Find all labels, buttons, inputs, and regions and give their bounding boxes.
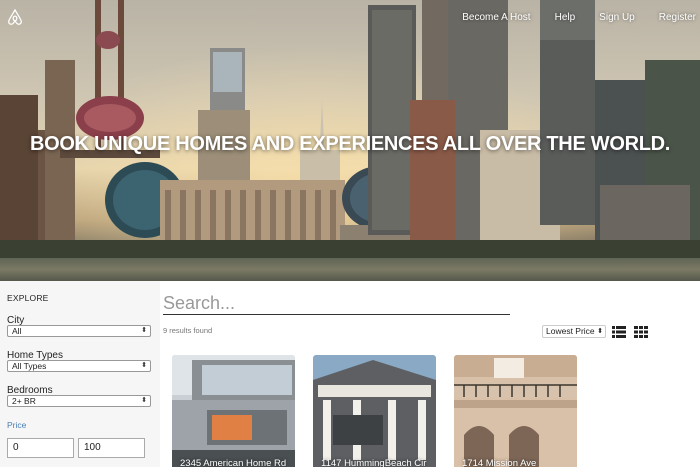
content-area: EXPLORE City All ⬍ Home Types All Types … xyxy=(0,281,700,467)
listing-address: 1147 HummingBeach Cir xyxy=(321,458,427,467)
listing-photo xyxy=(172,355,295,467)
explore-heading: EXPLORE xyxy=(7,293,49,303)
select-arrows-icon: ⬍ xyxy=(141,397,147,404)
listing-address: 2345 American Home Rd xyxy=(180,458,287,467)
hero-banner: Become A Host Help Sign Up Register BOOK… xyxy=(0,0,700,281)
filter-sidebar: EXPLORE City All ⬍ Home Types All Types … xyxy=(0,281,160,467)
sort-select[interactable]: Lowest Price ⬍ xyxy=(542,325,606,338)
city-select-value: All xyxy=(12,326,22,336)
bedrooms-select-value: 2+ BR xyxy=(12,396,36,406)
help-link[interactable]: Help xyxy=(555,12,576,23)
home-types-select-value: All Types xyxy=(12,361,47,371)
register-link[interactable]: Register xyxy=(659,12,696,23)
sign-up-link[interactable]: Sign Up xyxy=(599,12,635,23)
select-arrows-icon: ⬍ xyxy=(597,328,603,335)
hero-title: BOOK UNIQUE HOMES AND EXPERIENCES ALL OV… xyxy=(29,133,671,155)
select-arrows-icon: ⬍ xyxy=(141,362,147,369)
price-max-input[interactable]: 100 xyxy=(78,438,145,458)
listing-card[interactable]: 1714 Mission Ave xyxy=(454,355,577,467)
results-panel: Search... 9 results found Lowest Price ⬍ xyxy=(160,281,700,467)
bedrooms-select[interactable]: 2+ BR ⬍ xyxy=(7,395,151,407)
listing-photo xyxy=(313,355,436,467)
sort-select-value: Lowest Price xyxy=(546,326,595,336)
home-types-select[interactable]: All Types ⬍ xyxy=(7,360,151,372)
river xyxy=(0,258,700,281)
become-a-host-link[interactable]: Become A Host xyxy=(462,12,530,23)
price-min-input[interactable]: 0 xyxy=(7,438,74,458)
search-input[interactable]: Search... xyxy=(163,292,510,315)
select-arrows-icon: ⬍ xyxy=(141,327,147,334)
listing-card[interactable]: 1147 HummingBeach Cir xyxy=(313,355,436,467)
listing-photo xyxy=(454,355,577,467)
airbnb-logo-icon[interactable] xyxy=(6,8,24,26)
listing-card[interactable]: 2345 American Home Rd xyxy=(172,355,295,467)
results-count: 9 results found xyxy=(163,326,213,335)
listing-address: 1714 Mission Ave xyxy=(462,458,537,467)
grid-view-icon[interactable] xyxy=(634,326,648,338)
list-view-icon[interactable] xyxy=(612,326,626,338)
city-select[interactable]: All ⬍ xyxy=(7,325,151,337)
top-nav: Become A Host Help Sign Up Register xyxy=(438,12,696,23)
price-label: Price xyxy=(7,420,27,430)
